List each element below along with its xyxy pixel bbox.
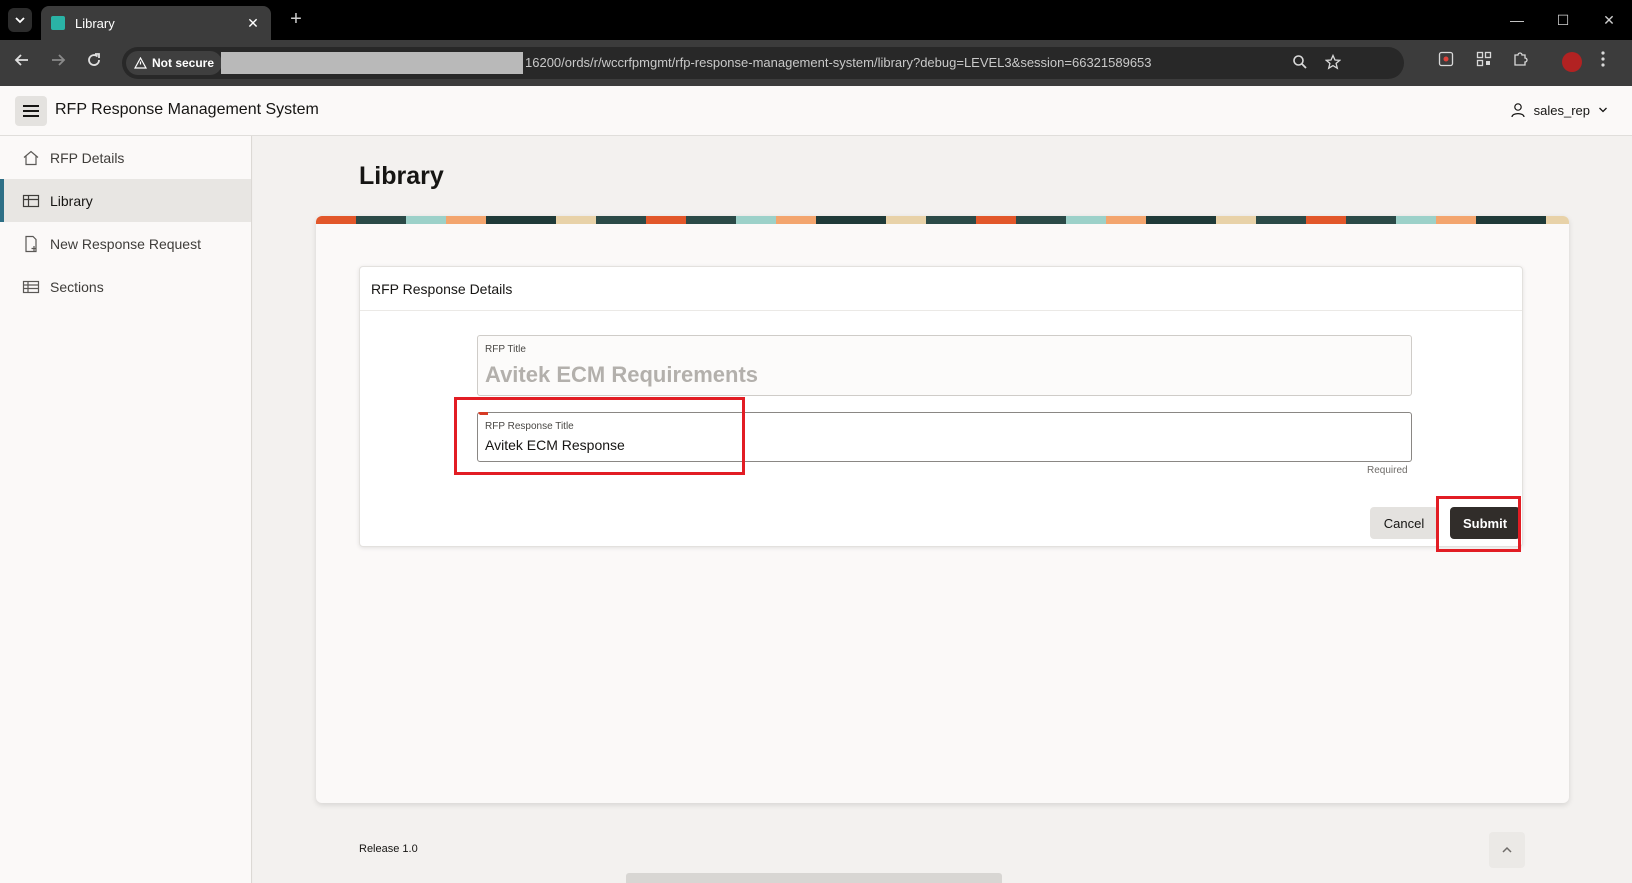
new-document-icon: [25, 235, 37, 252]
grid-icon: [22, 194, 40, 207]
close-tab-icon[interactable]: ✕: [245, 15, 261, 32]
maximize-button[interactable]: ☐: [1540, 0, 1586, 40]
cancel-button[interactable]: Cancel: [1370, 507, 1438, 539]
sidebar-item-new-response-request[interactable]: New Response Request: [0, 222, 251, 265]
chevron-down-icon: [1599, 107, 1607, 113]
forward-button[interactable]: [46, 51, 70, 75]
page-title: Library: [359, 162, 444, 190]
table-icon: [22, 280, 40, 293]
developer-toolbar[interactable]: [626, 873, 1002, 883]
minimize-button[interactable]: —: [1494, 0, 1540, 40]
app-header: RFP Response Management System sales_rep: [0, 86, 1632, 136]
bookmark-star-icon[interactable]: [1324, 53, 1342, 74]
security-indicator[interactable]: Not secure: [126, 51, 223, 75]
user-menu[interactable]: sales_rep: [1510, 102, 1608, 118]
browser-tab-strip: Library ✕ + — ☐ ✕: [0, 0, 1632, 40]
rfp-title-field: RFP Title Avitek ECM Requirements: [477, 335, 1412, 396]
arrow-right-icon: [52, 54, 66, 66]
decorative-banner: [316, 216, 1569, 224]
chevron-up-icon: [1502, 846, 1512, 853]
user-name: sales_rep: [1533, 102, 1590, 118]
release-label: Release 1.0: [359, 843, 418, 855]
app-title[interactable]: RFP Response Management System: [55, 101, 319, 119]
security-label: Not secure: [152, 56, 215, 70]
redacted-host: [221, 52, 523, 74]
hero-panel: RFP Response Details RFP Title Avitek EC…: [316, 216, 1569, 803]
sidebar-item-label: Library: [50, 192, 93, 209]
home-icon: [23, 150, 39, 165]
region-title: RFP Response Details: [360, 267, 1522, 311]
close-window-button[interactable]: ✕: [1586, 0, 1632, 40]
rfp-title-value: Avitek ECM Requirements: [485, 362, 759, 387]
sidebar-item-sections[interactable]: Sections: [0, 265, 251, 308]
nav-toggle-button[interactable]: [15, 96, 47, 126]
warning-icon: [134, 57, 147, 69]
chevron-down-icon: [15, 17, 25, 24]
required-hint: Required: [1367, 465, 1408, 476]
browser-tab[interactable]: Library ✕: [41, 6, 271, 40]
app-favicon-icon: [51, 16, 65, 30]
annotation-highlight-response-title: [454, 397, 745, 475]
sidebar: RFP Details Library New Response Request…: [0, 136, 252, 883]
zoom-icon[interactable]: [1292, 54, 1308, 74]
arrow-left-icon: [14, 54, 28, 66]
window-controls: — ☐ ✕: [1494, 0, 1632, 40]
sidebar-item-label: New Response Request: [50, 235, 201, 252]
sidebar-item-rfp-details[interactable]: RFP Details: [0, 136, 251, 179]
new-tab-button[interactable]: +: [284, 8, 308, 32]
browser-toolbar: Not secure 16200/ords/r/wccrfpmgmt/rfp-r…: [0, 40, 1632, 86]
profile-avatar-icon[interactable]: [1562, 52, 1582, 72]
browser-menu-icon[interactable]: [1600, 50, 1606, 73]
scroll-to-top-button[interactable]: [1489, 832, 1525, 868]
tab-search-button[interactable]: [8, 8, 32, 32]
reload-icon: [88, 53, 100, 66]
main-content: Library RFP Response Details RFP Title A…: [253, 136, 1632, 883]
url-text: 16200/ords/r/wccrfpmgmt/rfp-response-man…: [525, 55, 1152, 70]
address-bar[interactable]: Not secure 16200/ords/r/wccrfpmgmt/rfp-r…: [122, 47, 1404, 79]
sidebar-item-library[interactable]: Library: [0, 179, 251, 222]
tab-title: Library: [75, 15, 115, 31]
sidebar-item-label: RFP Details: [50, 149, 125, 166]
screen-record-icon[interactable]: [1436, 51, 1456, 71]
extensions-puzzle-icon[interactable]: [1510, 51, 1530, 71]
back-button[interactable]: [10, 51, 34, 75]
hamburger-icon: [23, 105, 39, 107]
rfp-title-label: RFP Title: [485, 344, 526, 355]
qr-code-icon[interactable]: [1474, 51, 1494, 71]
reload-button[interactable]: [82, 51, 106, 75]
user-icon: [1511, 103, 1525, 118]
sidebar-item-label: Sections: [50, 278, 104, 295]
annotation-highlight-submit: [1436, 496, 1521, 552]
